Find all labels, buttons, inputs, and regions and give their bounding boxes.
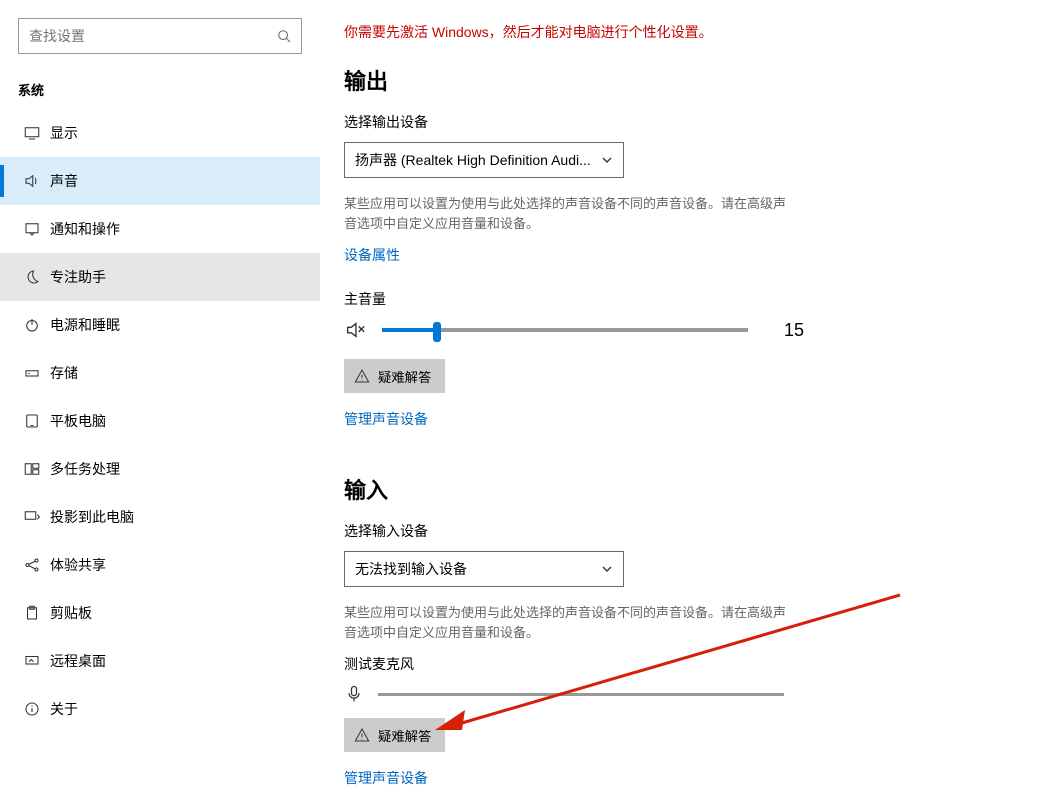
sidebar-item-power[interactable]: 电源和睡眠 <box>0 301 320 349</box>
sidebar-item-shared[interactable]: 体验共享 <box>0 541 320 589</box>
mic-level-row <box>344 684 784 704</box>
chevron-down-icon <box>601 563 613 575</box>
volume-slider-row: 15 <box>344 319 804 341</box>
manage-sound-devices-link-input[interactable]: 管理声音设备 <box>344 768 428 788</box>
warning-icon <box>354 727 370 743</box>
sidebar-item-notifications[interactable]: 通知和操作 <box>0 205 320 253</box>
dropdown-value: 无法找到输入设备 <box>355 559 593 579</box>
sidebar-item-label: 通知和操作 <box>50 219 120 239</box>
output-heading: 输出 <box>344 64 1024 96</box>
button-label: 疑难解答 <box>378 726 431 745</box>
speaker-icon <box>18 172 46 190</box>
mic-level-bar <box>378 693 784 696</box>
tablet-icon <box>18 412 46 430</box>
input-description: 某些应用可以设置为使用与此处选择的声音设备不同的声音设备。请在高级声音选项中自定… <box>344 603 794 642</box>
sidebar-item-label: 剪贴板 <box>50 603 92 623</box>
main-content: 你需要先激活 Windows，然后才能对电脑进行个性化设置。 输出 选择输出设备… <box>344 0 1024 812</box>
share-icon <box>18 556 46 574</box>
test-mic-label: 测试麦克风 <box>344 654 1024 674</box>
sidebar-item-about[interactable]: 关于 <box>0 685 320 733</box>
search-icon <box>277 29 291 43</box>
button-label: 疑难解答 <box>378 367 431 386</box>
master-volume-label: 主音量 <box>344 289 1024 309</box>
sidebar-item-label: 专注助手 <box>50 267 106 287</box>
sidebar: 系统 显示 声音 通知和操作 专注助手 <box>0 0 320 781</box>
sidebar-item-remote[interactable]: 远程桌面 <box>0 637 320 685</box>
sidebar-item-label: 多任务处理 <box>50 459 120 479</box>
manage-sound-devices-link-output[interactable]: 管理声音设备 <box>344 409 428 429</box>
remote-icon <box>18 652 46 670</box>
sidebar-item-sound[interactable]: 声音 <box>0 157 320 205</box>
volume-slider[interactable] <box>382 328 748 332</box>
sidebar-item-label: 存储 <box>50 363 78 383</box>
sidebar-item-label: 平板电脑 <box>50 411 106 431</box>
multitask-icon <box>18 460 46 478</box>
storage-icon <box>18 364 46 382</box>
output-troubleshoot-button[interactable]: 疑难解答 <box>344 359 445 393</box>
sidebar-section-title: 系统 <box>18 80 302 99</box>
sidebar-item-tablet[interactable]: 平板电脑 <box>0 397 320 445</box>
search-box[interactable] <box>18 18 302 54</box>
input-troubleshoot-button[interactable]: 疑难解答 <box>344 718 445 752</box>
sidebar-item-multitask[interactable]: 多任务处理 <box>0 445 320 493</box>
monitor-icon <box>18 124 46 142</box>
sidebar-item-label: 关于 <box>50 699 78 719</box>
power-icon <box>18 316 46 334</box>
warning-icon <box>354 368 370 384</box>
volume-value: 15 <box>764 320 804 341</box>
sidebar-nav: 显示 声音 通知和操作 专注助手 电源和睡眠 <box>0 109 320 733</box>
microphone-icon <box>344 684 364 704</box>
project-icon <box>18 508 46 526</box>
device-properties-link[interactable]: 设备属性 <box>344 245 400 265</box>
clipboard-icon <box>18 604 46 622</box>
output-device-dropdown[interactable]: 扬声器 (Realtek High Definition Audi... <box>344 142 624 178</box>
output-description: 某些应用可以设置为使用与此处选择的声音设备不同的声音设备。请在高级声音选项中自定… <box>344 194 794 233</box>
sidebar-item-projecting[interactable]: 投影到此电脑 <box>0 493 320 541</box>
volume-muted-icon[interactable] <box>344 319 366 341</box>
input-select-label: 选择输入设备 <box>344 521 1024 541</box>
sidebar-item-label: 声音 <box>50 171 78 191</box>
sidebar-item-label: 电源和睡眠 <box>50 315 120 335</box>
sidebar-item-display[interactable]: 显示 <box>0 109 320 157</box>
sidebar-item-label: 远程桌面 <box>50 651 106 671</box>
info-icon <box>18 700 46 718</box>
output-select-label: 选择输出设备 <box>344 112 1024 132</box>
input-device-dropdown[interactable]: 无法找到输入设备 <box>344 551 624 587</box>
sidebar-item-label: 显示 <box>50 123 78 143</box>
dropdown-value: 扬声器 (Realtek High Definition Audi... <box>355 150 593 170</box>
sidebar-item-storage[interactable]: 存储 <box>0 349 320 397</box>
sidebar-item-label: 体验共享 <box>50 555 106 575</box>
notification-icon <box>18 220 46 238</box>
sidebar-item-focus-assist[interactable]: 专注助手 <box>0 253 320 301</box>
moon-icon <box>18 268 46 286</box>
sidebar-item-label: 投影到此电脑 <box>50 507 134 527</box>
chevron-down-icon <box>601 154 613 166</box>
search-input[interactable] <box>29 28 277 44</box>
activation-warning: 你需要先激活 Windows，然后才能对电脑进行个性化设置。 <box>344 22 1024 42</box>
sidebar-item-clipboard[interactable]: 剪贴板 <box>0 589 320 637</box>
input-heading: 输入 <box>344 473 1024 505</box>
